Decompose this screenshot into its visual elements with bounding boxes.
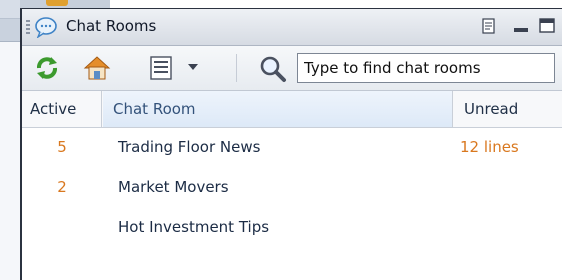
active-count: 5 [57, 138, 67, 156]
active-count: 2 [57, 178, 67, 196]
chat-room-list: 5 Trading Floor News 12 lines 2 Market M… [22, 127, 562, 247]
panel-titlebar[interactable]: Chat Rooms [22, 9, 562, 46]
maximize-icon[interactable] [538, 17, 556, 35]
chat-room-name: Trading Floor News [118, 138, 261, 156]
chat-rooms-panel: Chat Rooms Type to find chat rooms Activ… [20, 8, 562, 280]
panel-title: Chat Rooms [66, 17, 157, 35]
refresh-icon[interactable] [32, 53, 62, 83]
table-row[interactable]: Hot Investment Tips [22, 207, 562, 247]
list-view-icon[interactable] [146, 53, 176, 83]
toolbar [22, 46, 562, 91]
home-icon[interactable] [82, 53, 112, 83]
column-header-unread[interactable]: Unread [454, 91, 562, 127]
chat-bubble-icon [35, 17, 57, 38]
chat-room-name: Market Movers [118, 178, 229, 196]
column-header-chat-room[interactable]: Chat Room [103, 91, 453, 127]
column-header-active[interactable]: Active [22, 91, 102, 127]
table-row[interactable]: 5 Trading Floor News 12 lines [22, 127, 562, 167]
background-window-icon [46, 0, 68, 6]
table-row[interactable]: 2 Market Movers [22, 167, 562, 207]
table-header: Active Chat Room Unread [22, 91, 562, 128]
toolbar-divider [236, 54, 237, 82]
unread-count: 12 lines [460, 138, 519, 156]
search-input[interactable] [297, 53, 555, 83]
background-window [0, 0, 20, 280]
chat-room-name: Hot Investment Tips [118, 218, 270, 236]
search-icon[interactable] [258, 54, 288, 84]
drag-grip-icon[interactable] [26, 20, 30, 36]
document-icon[interactable] [480, 17, 498, 35]
chevron-down-icon[interactable] [188, 64, 198, 70]
minimize-icon[interactable] [512, 17, 530, 35]
